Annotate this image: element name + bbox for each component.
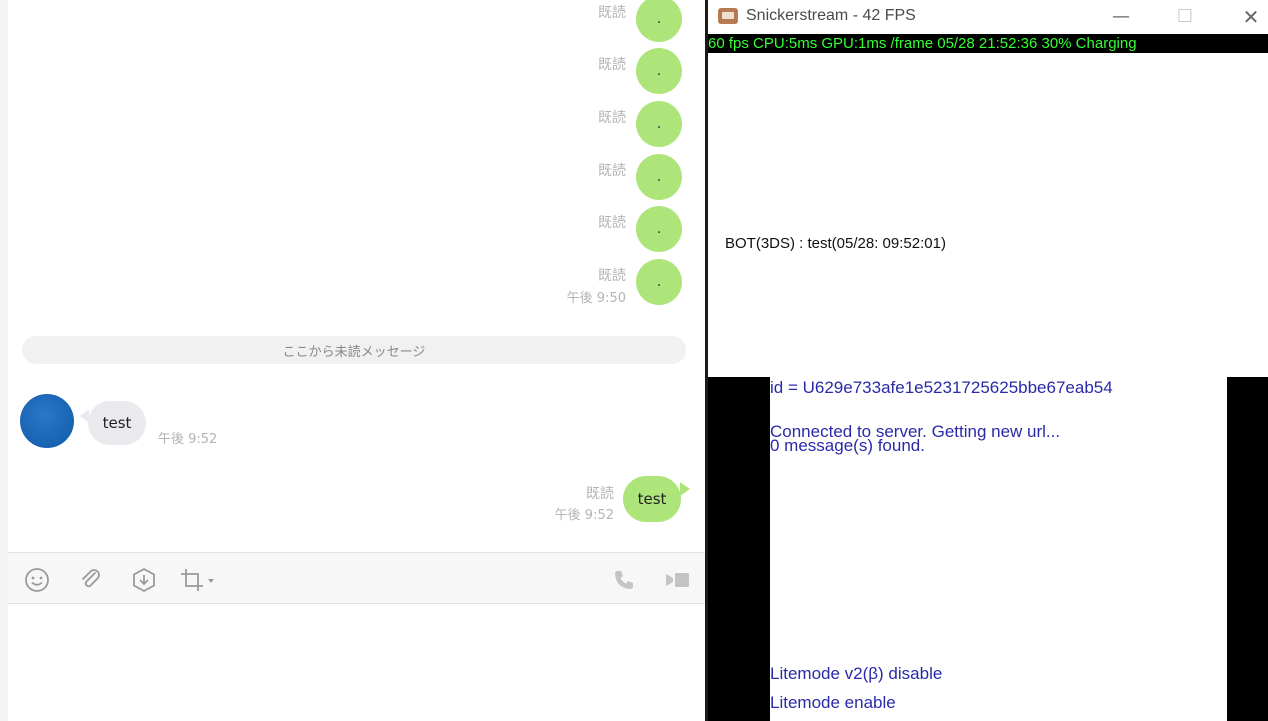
message-time: 午後 9:52 [158,432,218,447]
keep-icon[interactable] [131,567,157,593]
avatar[interactable] [20,394,74,448]
sent-message-bubble[interactable]: . [636,101,682,147]
sent-message-bubble[interactable]: . [636,206,682,252]
chat-window: 既読 . 既読 . 既読 . 既読 . 既読 . 既読 午後 9:50 . ここ… [0,0,705,721]
app-icon [718,8,738,24]
emoji-icon[interactable] [24,567,50,593]
attachment-icon[interactable] [78,567,104,593]
window-title: Snickerstream - 42 FPS [746,7,916,24]
title-bar[interactable]: Snickerstream - 42 FPS — ☐ ✕ [708,0,1268,34]
read-receipt: 既読 [598,5,626,21]
maximize-button[interactable]: ☐ [1171,4,1199,30]
read-receipt: 既読 [598,110,626,126]
read-receipt: 既読 [598,57,626,73]
read-receipt: 既読 [598,163,626,179]
message-time: 午後 9:50 [566,291,626,306]
message-count-line: 0 message(s) found. [770,436,925,455]
litemode-v2-line: Litemode v2(β) disable [770,664,943,683]
sent-message-bubble[interactable]: . [636,0,682,42]
sent-message-bubble[interactable]: . [636,154,682,200]
call-icon[interactable] [611,567,637,593]
message-time: 午後 9:52 [554,508,614,523]
unread-divider: ここから未読メッセージ [22,336,686,364]
bot-message: BOT(3DS) : test(05/28: 09:52:01) [725,235,946,252]
read-receipt: 既読 [586,486,614,502]
bottom-screen[interactable]: id = U629e733afe1e5231725625bbe67eab54 C… [770,377,1227,721]
chat-toolbar [8,552,705,604]
litemode-line: Litemode enable [770,693,896,712]
chat-left-edge [0,0,8,721]
message-input[interactable] [8,604,705,721]
read-receipt: 既読 [598,268,626,284]
snickerstream-window: Snickerstream - 42 FPS — ☐ ✕ 60 fps CPU:… [705,0,1268,721]
video-call-icon[interactable] [663,567,693,593]
user-id-line: id = U629e733afe1e5231725625bbe67eab54 [770,378,1113,397]
read-receipt: 既読 [598,215,626,231]
sent-message-bubble[interactable]: . [636,259,682,305]
performance-status-bar: 60 fps CPU:5ms GPU:1ms /frame 05/28 21:5… [708,34,1268,53]
sent-message-bubble[interactable]: test [623,476,690,522]
sent-message-bubble[interactable]: . [636,48,682,94]
minimize-button[interactable]: — [1107,4,1135,30]
screenshot-icon[interactable] [179,567,219,593]
close-button[interactable]: ✕ [1237,4,1265,30]
received-message-bubble[interactable]: test [80,401,146,445]
top-screen: BOT(3DS) : test(05/28: 09:52:01) [708,53,1268,377]
